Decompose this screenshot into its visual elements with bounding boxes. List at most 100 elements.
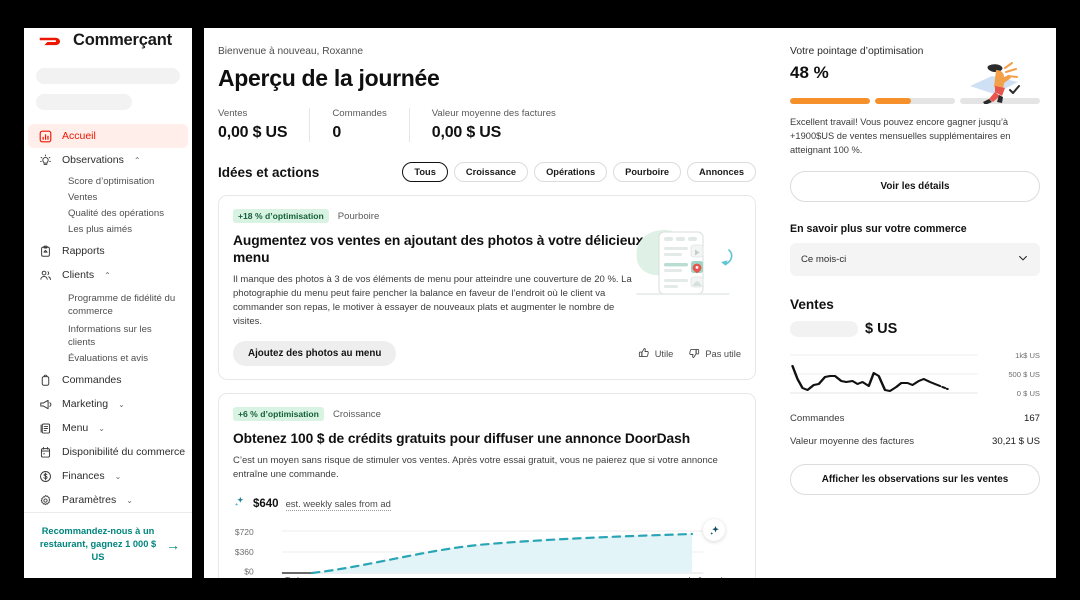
stat-valeur-moyenne: Valeur moyenne des factures 0,00 $ US	[408, 108, 578, 142]
app-screen: Commerçant Accueil Observations ⌃ Score …	[0, 0, 1080, 600]
stat-value: 0	[332, 124, 342, 141]
welcome-message: Bienvenue à nouveau, Roxanne	[218, 46, 364, 57]
referral-text: Recommandez-nous à un restaurant, gagnez…	[39, 526, 157, 562]
metric-valeur-moyenne: Valeur moyenne des factures 30,21 $ US	[790, 436, 1040, 447]
gear-icon	[38, 493, 53, 508]
feedback-helpful-label: Utile	[654, 348, 674, 359]
page-title: Aperçu de la journée	[218, 65, 440, 91]
chip-pourboire[interactable]: Pourboire	[613, 162, 682, 182]
optimization-description: Excellent travail! Vous pouvez encore ga…	[790, 117, 1011, 155]
metric-value: 167	[1023, 413, 1040, 424]
sidebar-item-finances[interactable]: Finances ⌄	[28, 464, 188, 488]
sidebar-subitem-qualite-operations[interactable]: Qualité des opérations	[28, 207, 188, 220]
chevron-down-icon: ⌄	[126, 495, 133, 505]
sidebar-item-observations[interactable]: Observations ⌃	[28, 148, 188, 172]
sidebar-item-label: Commandes	[62, 374, 122, 386]
optimization-title: Votre pointage d’optimisation	[790, 46, 924, 57]
bag-icon	[38, 373, 53, 388]
calendar-icon	[38, 445, 53, 460]
thumbs-up-icon	[638, 347, 650, 361]
y-tick-500: 500 $ US	[1008, 370, 1040, 379]
card-title: Obtenez 100 $ de crédits gratuits pour d…	[233, 431, 691, 446]
sidebar-item-label: Menu	[62, 422, 89, 434]
card-tags: +6 % d’optimisation Croissance	[233, 407, 741, 421]
sidebar-item-marketing[interactable]: Marketing ⌄	[28, 392, 188, 416]
insight-filter-chips: Tous Croissance Opérations Pourboire Ann…	[402, 162, 756, 182]
sidebar-item-label: Observations	[62, 154, 124, 166]
feedback-not-helpful-button[interactable]: Pas utile	[688, 347, 741, 361]
x-tick-in-1-week: In 1 week	[688, 575, 725, 578]
chevron-down-icon: ⌄	[98, 423, 105, 433]
feedback-helpful-button[interactable]: Utile	[638, 347, 674, 361]
sidebar-subitem-informations-clients[interactable]: Informations sur les clients	[28, 323, 188, 349]
chevron-down-icon: ⌄	[118, 399, 125, 409]
sales-value-skeleton	[790, 321, 858, 337]
sales-value-row: $ US	[790, 321, 1040, 337]
right-panel: Votre pointage d’optimisation 48 % Excel…	[774, 28, 1056, 578]
stat-label: Commandes	[332, 108, 387, 119]
sidebar-subitem-evaluations-avis[interactable]: Évaluations et avis	[28, 352, 188, 365]
stat-label: Ventes	[218, 108, 248, 119]
card-category: Pourboire	[337, 210, 380, 222]
sidebar-nav: Accueil Observations ⌃ Score d’optimisat…	[24, 124, 192, 512]
sidebar-item-rapports[interactable]: Rapports	[28, 239, 188, 263]
view-details-button[interactable]: Voir les détails	[790, 171, 1040, 202]
card-tags: +18 % d’optimisation Pourboire	[233, 209, 741, 223]
sales-sparkline: 1k$ US 500 $ US 0 $ US	[790, 349, 1040, 401]
y-tick-360: $360	[235, 547, 254, 557]
dollar-circle-icon	[38, 469, 53, 484]
sparkle-icon	[233, 495, 246, 513]
sidebar: Commerçant Accueil Observations ⌃ Score …	[24, 28, 192, 578]
stat-label: Valeur moyenne des factures	[431, 108, 556, 119]
chip-operations[interactable]: Opérations	[534, 162, 608, 182]
business-heading: En savoir plus sur votre commerce	[790, 223, 967, 235]
clipboard-icon	[38, 244, 53, 259]
chevron-up-icon: ⌃	[133, 155, 141, 165]
estimated-sales-row: $640 est. weekly sales from ad	[233, 495, 741, 513]
arrow-right-icon: →	[166, 536, 180, 553]
main-content: Bienvenue à nouveau, Roxanne Aperçu de l…	[204, 28, 1056, 578]
sidebar-item-parametres[interactable]: Paramètres ⌄	[28, 488, 188, 512]
insight-card-photos[interactable]: +18 % d’optimisation Pourboire Augmentez…	[218, 195, 756, 380]
period-select-value: Ce mois-ci	[801, 254, 847, 265]
progress-segment-2	[875, 98, 955, 104]
sidebar-item-clients[interactable]: Clients ⌃	[28, 263, 188, 287]
sales-heading: Ventes	[790, 297, 834, 312]
metric-label: Commandes	[790, 413, 845, 424]
insight-card-ads[interactable]: +6 % d’optimisation Croissance Obtenez 1…	[218, 393, 756, 578]
chip-annonces[interactable]: Annonces	[687, 162, 756, 182]
sidebar-item-menu[interactable]: Menu ⌄	[28, 416, 188, 440]
sidebar-subitem-ventes[interactable]: Ventes	[28, 191, 188, 204]
sidebar-item-label: Rapports	[62, 245, 105, 257]
menu-book-icon	[38, 421, 53, 436]
progress-segment-1	[790, 98, 870, 104]
sidebar-item-label: Finances	[62, 470, 105, 482]
insights-title: Idées et actions	[218, 164, 320, 180]
sparkline-y-labels: 1k$ US 500 $ US 0 $ US	[988, 349, 1040, 401]
sidebar-item-disponibilite[interactable]: Disponibilité du commerce	[28, 440, 188, 464]
sidebar-subitem-programme-fidelite[interactable]: Programme de fidélité du commerce	[28, 290, 188, 320]
period-select[interactable]: Ce mois-ci	[790, 243, 1040, 276]
referral-banner[interactable]: Recommandez-nous à un restaurant, gagnez…	[24, 512, 192, 578]
brand-logo[interactable]: Commerçant	[24, 28, 192, 54]
users-icon	[38, 268, 53, 283]
estimated-label: est. weekly sales from ad	[285, 497, 391, 511]
card-title: Augmentez vos ventes en ajoutant des pho…	[233, 233, 644, 265]
metric-commandes: Commandes 167	[790, 413, 1040, 424]
x-tick-today: Today	[285, 575, 308, 578]
chip-tous[interactable]: Tous	[402, 162, 448, 182]
optimization-badge: +6 % d’optimisation	[233, 407, 324, 421]
view-sales-insights-button[interactable]: Afficher les observations sur les ventes	[790, 464, 1040, 495]
overview-column: Bienvenue à nouveau, Roxanne Aperçu de l…	[204, 28, 774, 578]
sidebar-subitem-score-optimisation[interactable]: Score d’optimisation	[28, 175, 188, 188]
add-photos-button[interactable]: Ajoutez des photos au menu	[233, 341, 397, 366]
sidebar-subitem-plus-aimes[interactable]: Les plus aimés	[28, 223, 188, 236]
chip-croissance[interactable]: Croissance	[453, 162, 529, 182]
stat-ventes: Ventes 0,00 $ US	[218, 108, 309, 142]
sidebar-item-accueil[interactable]: Accueil	[28, 124, 188, 148]
optimization-section: Votre pointage d’optimisation 48 % Excel…	[790, 46, 1040, 495]
sidebar-skeleton-secondary	[36, 94, 132, 110]
sidebar-item-commandes[interactable]: Commandes	[28, 368, 188, 392]
sidebar-item-label: Marketing	[62, 398, 109, 410]
y-tick-720: $720	[235, 527, 254, 537]
